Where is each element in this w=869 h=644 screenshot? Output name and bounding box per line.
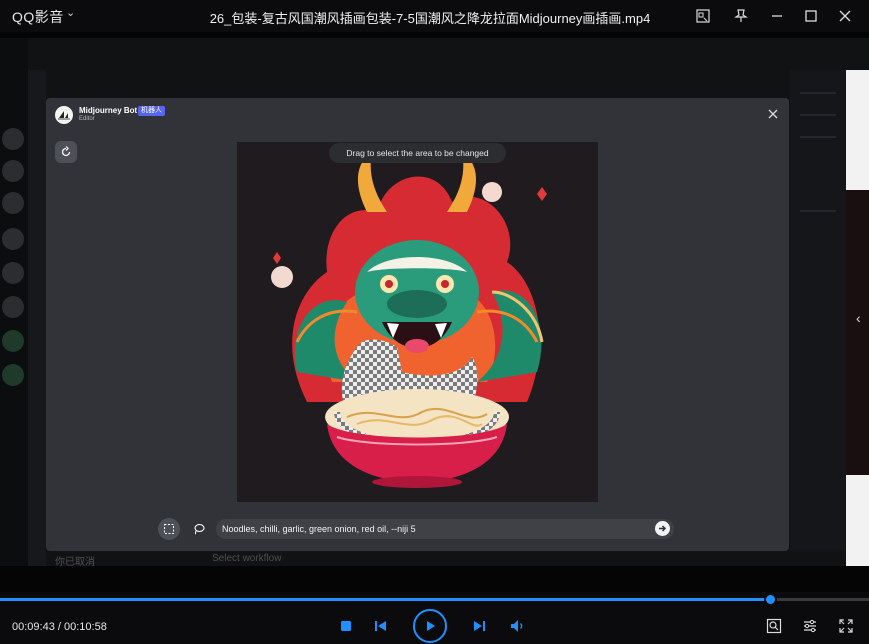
close-icon [768,109,778,119]
reset-button[interactable] [55,141,77,163]
background-footer-right: Select workflow [212,553,282,564]
screenshot-button[interactable] [765,617,783,635]
next-icon [474,621,485,631]
title-bar: QQ影音 ⌄ 26_包装-复古风国潮风插画包装-7-5国潮风之降龙拉面Midjo… [0,0,869,32]
close-icon[interactable] [832,4,858,28]
editor-modal: Midjourney Bot 机器人 Editor Drag to select… [46,98,789,551]
channel-sidebar [28,70,46,566]
play-button[interactable] [413,609,447,643]
minimize-icon[interactable] [764,4,790,28]
bot-name: Midjourney Bot [79,106,138,115]
fullscreen-icon [839,619,853,633]
prompt-input[interactable]: Noodles, chilli, garlic, green onion, re… [216,519,674,539]
undo-icon [61,146,71,157]
submit-button[interactable] [655,521,670,536]
bot-badge: 机器人 [138,106,165,116]
edit-canvas[interactable] [237,142,598,502]
maximize-icon[interactable] [798,4,824,28]
editor-prompt-bar: Noodles, chilli, garlic, green onion, re… [158,518,678,540]
fullscreen-button[interactable] [837,617,855,635]
volume-icon [511,620,523,632]
side-panel-bottom [846,475,869,566]
server-rail [0,38,28,566]
modal-close-button[interactable] [765,106,781,122]
app-name[interactable]: QQ影音 [12,7,64,27]
settings-icon [804,619,816,633]
progress-handle[interactable] [764,593,777,606]
stop-button[interactable] [337,617,355,635]
prev-icon [375,621,386,631]
settings-button[interactable] [801,617,819,635]
background-footer-left: 你已取消 [55,557,95,568]
pin-icon[interactable] [728,4,754,28]
side-panel-image [846,190,869,475]
previous-button[interactable] [372,617,390,635]
select-area-hint: Drag to select the area to be changed [329,143,506,163]
side-panel-top [846,70,869,190]
bot-avatar [55,106,73,124]
arrow-right-icon [659,525,667,532]
member-list [790,70,846,550]
volume-button[interactable] [508,617,528,635]
time-display: 00:09:43 / 00:10:58 [12,621,107,633]
next-button[interactable] [470,617,488,635]
video-title: 26_包装-复古风国潮风插画包装-7-5国潮风之降龙拉面Midjourney画插… [209,11,651,26]
chevron-left-icon[interactable]: ‹ [856,310,861,326]
progress-fill [0,598,770,601]
rectangle-select-button[interactable] [158,518,180,540]
screenshot-icon [766,618,782,634]
app-menu-chevron-icon[interactable]: ⌄ [66,6,75,19]
rectangle-select-icon [164,524,174,534]
stop-icon [341,621,351,631]
lasso-select-button[interactable] [188,518,210,540]
mini-mode-icon[interactable] [690,4,716,28]
dragon-noodle-illustration [237,142,598,502]
lasso-icon [194,523,205,535]
editor-subtitle: Editor [79,116,95,122]
play-icon [427,621,435,631]
